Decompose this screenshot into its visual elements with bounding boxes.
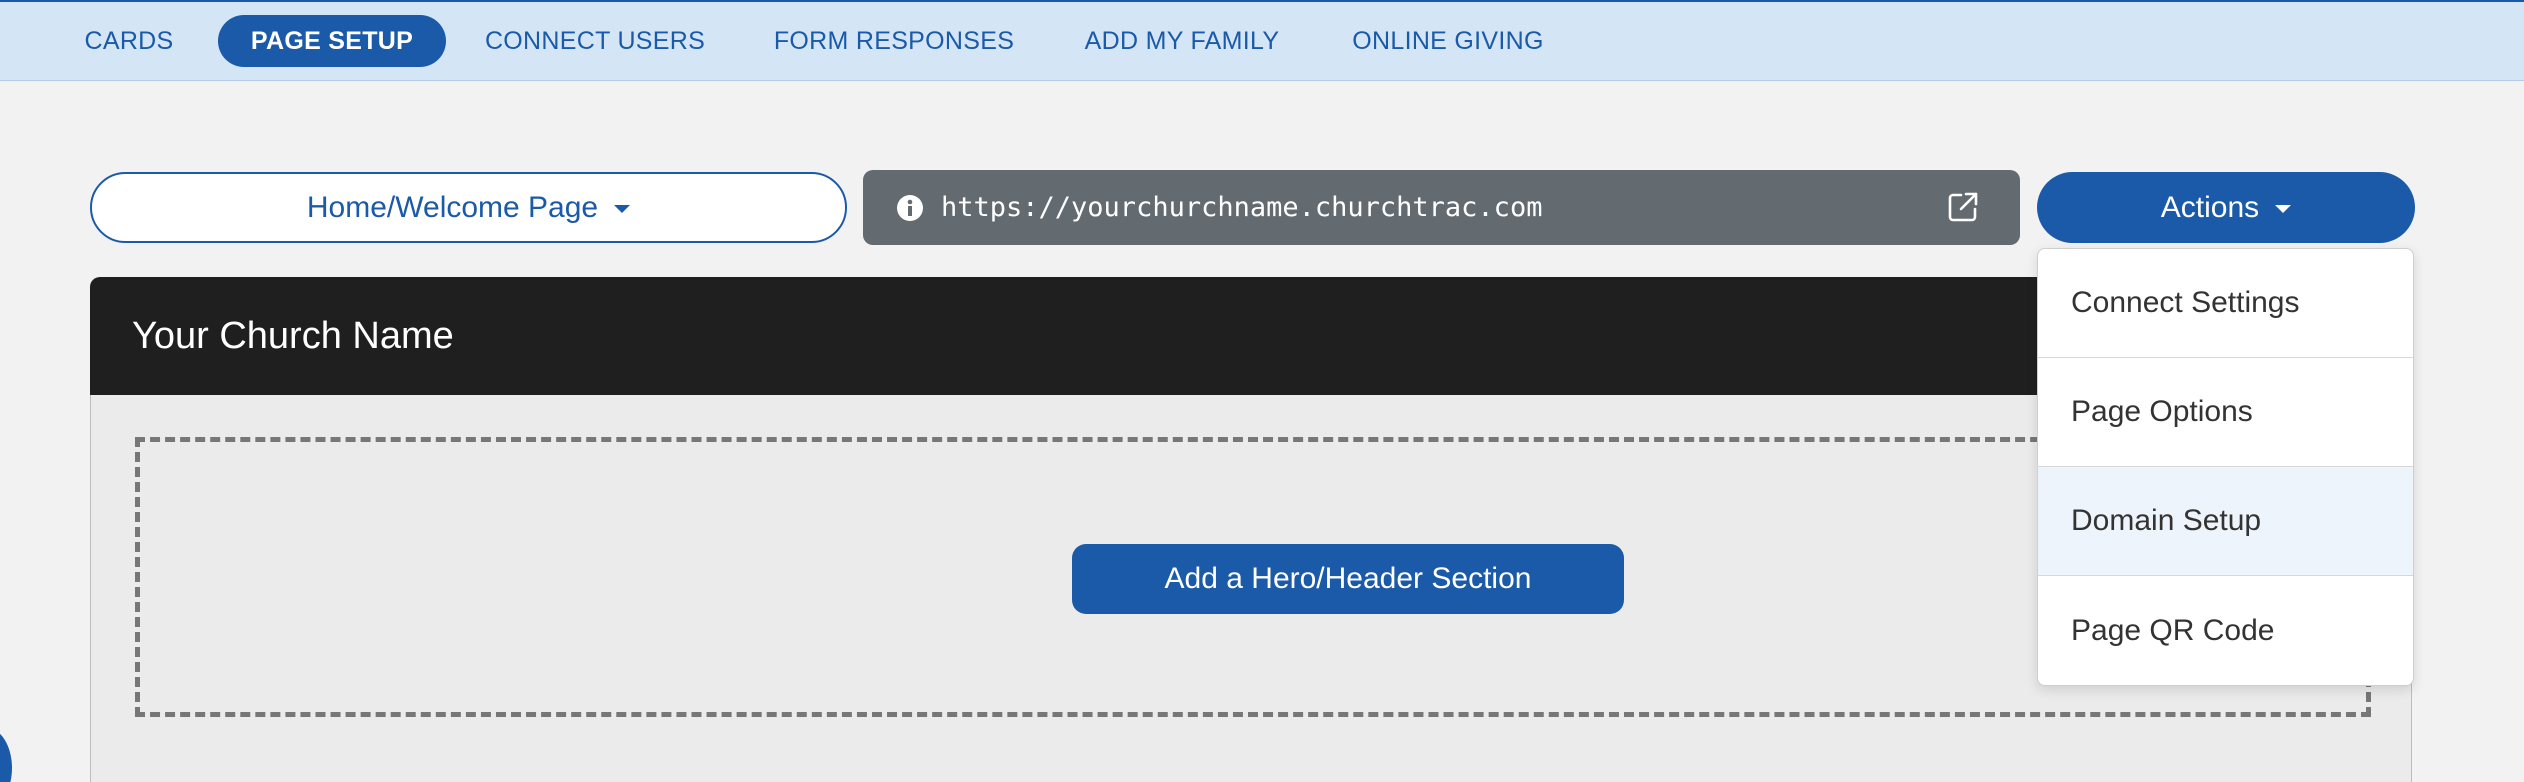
hero-section-placeholder: Add a Hero/Header Section [135, 437, 2371, 717]
page-select-dropdown[interactable]: Home/Welcome Page [90, 172, 847, 243]
menu-item-page-qr-code[interactable]: Page QR Code [2038, 576, 2413, 685]
menu-item-domain-setup[interactable]: Domain Setup [2038, 467, 2413, 576]
menu-item-connect-settings[interactable]: Connect Settings [2038, 249, 2413, 358]
page-select-value: Home/Welcome Page [306, 190, 599, 224]
tab-connect-users[interactable]: CONNECT USERS [485, 15, 705, 67]
caret-down-icon [2275, 204, 2292, 213]
actions-dropdown-menu: Connect Settings Page Options Domain Set… [2037, 248, 2414, 686]
caret-down-icon [614, 204, 631, 213]
info-circle-icon[interactable] [895, 193, 925, 223]
tab-online-giving[interactable]: ONLINE GIVING [1352, 15, 1543, 67]
external-link-icon[interactable] [1946, 190, 1980, 224]
tab-page-setup[interactable]: PAGE SETUP [218, 15, 446, 67]
tab-add-my-family[interactable]: ADD MY FAMILY [1085, 15, 1279, 67]
tab-cards[interactable]: CARDS [85, 15, 174, 67]
church-name[interactable]: Your Church Name [132, 277, 454, 395]
tab-form-responses[interactable]: FORM RESPONSES [774, 15, 1014, 67]
floating-help-button[interactable] [0, 728, 12, 782]
top-navigation: CARDS PAGE SETUP CONNECT USERS FORM RESP… [0, 0, 2524, 81]
page-url[interactable]: https://yourchurchname.churchtrac.com [941, 192, 1542, 223]
page-url-bar: https://yourchurchname.churchtrac.com [863, 170, 2020, 245]
actions-button[interactable]: Actions [2037, 172, 2415, 243]
actions-button-label: Actions [2160, 190, 2260, 224]
menu-item-page-options[interactable]: Page Options [2038, 358, 2413, 467]
add-hero-section-button[interactable]: Add a Hero/Header Section [1072, 544, 1624, 614]
